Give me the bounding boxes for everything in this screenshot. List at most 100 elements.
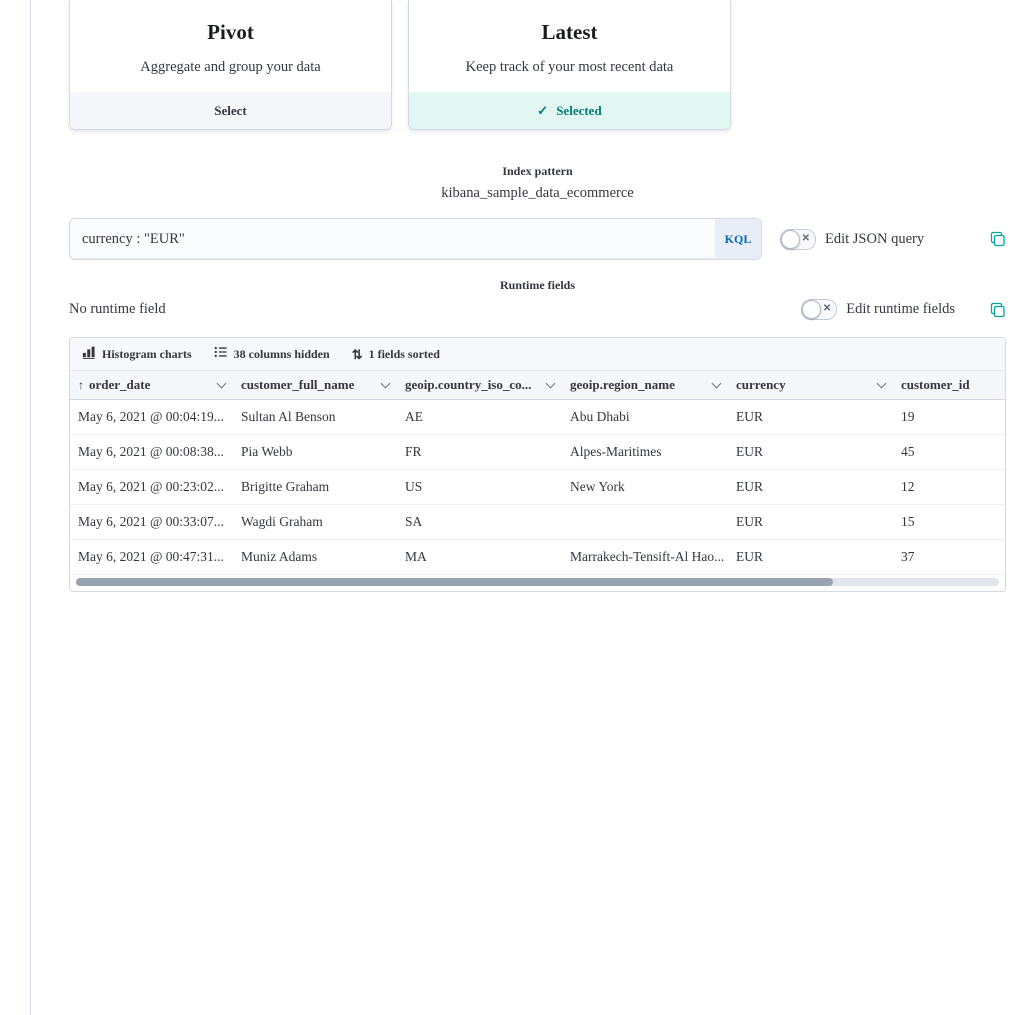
- latest-card-description: Keep track of your most recent data: [425, 59, 714, 76]
- edit-json-toggle[interactable]: ✕: [780, 229, 816, 250]
- edit-json-toggle-group: ✕ Edit JSON query: [780, 229, 924, 250]
- cell-order-date: May 6, 2021 @ 00:33:07...: [70, 505, 233, 540]
- transform-wizard-page: Pivot Aggregate and group your data Sele…: [0, 0, 1028, 1015]
- pivot-select-label: Select: [214, 103, 246, 119]
- cell-country-iso: AE: [397, 400, 562, 435]
- page-button-1[interactable]: 1: [156, 610, 1028, 1015]
- histogram-charts-label: Histogram charts: [102, 347, 192, 362]
- cell-customer-name: Sultan Al Benson: [233, 400, 397, 435]
- clipboard-icon: [990, 235, 1006, 250]
- latest-card-title: Latest: [425, 20, 714, 45]
- pivot-card[interactable]: Pivot Aggregate and group your data Sele…: [69, 0, 392, 130]
- cell-region-name: Alpes-Maritimes: [562, 435, 728, 470]
- cell-country-iso: FR: [397, 435, 562, 470]
- query-language-button[interactable]: KQL: [715, 219, 761, 259]
- pivot-select-button[interactable]: Select: [70, 92, 391, 129]
- latest-card-body: Latest Keep track of your most recent da…: [409, 0, 730, 92]
- source-data-grid: Histogram charts 38 columns hidden ⇅: [69, 337, 1006, 592]
- clipboard-icon: [990, 306, 1006, 321]
- cell-region-name: [562, 505, 728, 540]
- page-list: 1 2 3 4 5 … 935: [131, 606, 1028, 1015]
- pivot-card-title: Pivot: [86, 20, 375, 45]
- chevron-down-icon: [877, 378, 887, 388]
- cell-customer-id: 19: [893, 400, 1005, 435]
- copy-runtime-button[interactable]: [990, 302, 1006, 318]
- chevron-down-icon: [381, 378, 391, 388]
- query-row: KQL ✕ Edit JSON query: [69, 218, 1006, 260]
- cell-region-name: Abu Dhabi: [562, 400, 728, 435]
- fields-sorted-label: 1 fields sorted: [369, 347, 440, 362]
- cell-country-iso: US: [397, 470, 562, 505]
- edit-runtime-fields-label[interactable]: Edit runtime fields: [846, 301, 955, 318]
- column-header-customer-id[interactable]: customer_id: [893, 371, 1005, 400]
- close-icon: ✕: [823, 303, 831, 315]
- sort-asc-icon: ↑: [78, 378, 84, 393]
- toggle-knob: [802, 300, 821, 319]
- column-header-label: geoip.country_iso_co...: [405, 377, 531, 393]
- edit-json-query-label[interactable]: Edit JSON query: [825, 231, 924, 248]
- edit-runtime-toggle[interactable]: ✕: [801, 299, 837, 320]
- cell-order-date: May 6, 2021 @ 00:47:31...: [70, 540, 233, 575]
- pivot-card-description: Aggregate and group your data: [86, 59, 375, 76]
- scrollbar-thumb[interactable]: [76, 578, 833, 586]
- cell-customer-name: Wagdi Graham: [233, 505, 397, 540]
- chevron-down-icon: [217, 378, 227, 388]
- cell-customer-name: Pia Webb: [233, 435, 397, 470]
- cell-currency: EUR: [728, 400, 893, 435]
- query-input[interactable]: [70, 219, 715, 259]
- columns-icon: [214, 345, 228, 363]
- chevron-down-icon: [546, 378, 556, 388]
- flyout-left-border: [30, 0, 31, 1015]
- cell-region-name: New York: [562, 470, 728, 505]
- horizontal-scrollbar[interactable]: [76, 578, 999, 586]
- pivot-card-body: Pivot Aggregate and group your data: [70, 0, 391, 92]
- column-header-country-iso[interactable]: geoip.country_iso_co...: [397, 371, 562, 400]
- index-pattern-label: Index pattern: [69, 164, 1006, 179]
- edit-runtime-toggle-group: ✕ Edit runtime fields: [801, 299, 1006, 320]
- column-header-region-name[interactable]: geoip.region_name: [562, 371, 728, 400]
- latest-selected-label: Selected: [556, 103, 601, 119]
- latest-card[interactable]: Latest Keep track of your most recent da…: [408, 0, 731, 130]
- cell-country-iso: MA: [397, 540, 562, 575]
- pagination-row: Rows per page: 5 1 2 3 4 5 … 935: [69, 606, 1006, 1015]
- cell-order-date: May 6, 2021 @ 00:08:38...: [70, 435, 233, 470]
- column-header-label: order_date: [89, 377, 150, 393]
- histogram-charts-button[interactable]: Histogram charts: [82, 345, 192, 363]
- column-header-label: customer_full_name: [241, 377, 354, 393]
- source-grid-table: ↑ order_date customer_full_name geoip.co…: [70, 371, 1005, 575]
- column-header-customer-full-name[interactable]: customer_full_name: [233, 371, 397, 400]
- chevron-down-icon: [712, 378, 722, 388]
- source-grid-toolbar: Histogram charts 38 columns hidden ⇅: [70, 338, 1005, 371]
- runtime-fields-value: No runtime field: [69, 301, 166, 318]
- cell-currency: EUR: [728, 540, 893, 575]
- cell-region-name: Marrakech-Tensift-Al Hao...: [562, 540, 728, 575]
- column-header-currency[interactable]: currency: [728, 371, 893, 400]
- cell-customer-id: 12: [893, 470, 1005, 505]
- cell-country-iso: SA: [397, 505, 562, 540]
- columns-hidden-button[interactable]: 38 columns hidden: [214, 345, 330, 363]
- cell-currency: EUR: [728, 470, 893, 505]
- copy-query-button[interactable]: [990, 231, 1006, 247]
- wizard-content: Pivot Aggregate and group your data Sele…: [69, 0, 1006, 1015]
- histogram-icon: [82, 345, 96, 363]
- latest-selected-button[interactable]: ✓ Selected: [409, 92, 730, 129]
- transform-function-cards: Pivot Aggregate and group your data Sele…: [69, 0, 1006, 130]
- close-icon: ✕: [802, 233, 810, 245]
- fields-sorted-button[interactable]: ⇅ 1 fields sorted: [352, 347, 440, 362]
- cell-customer-id: 15: [893, 505, 1005, 540]
- runtime-fields-row: No runtime field ✕ Edit runtime fields: [69, 299, 1006, 320]
- cell-currency: EUR: [728, 435, 893, 470]
- columns-hidden-label: 38 columns hidden: [234, 347, 330, 362]
- cell-customer-name: Brigitte Graham: [233, 470, 397, 505]
- index-pattern-value: kibana_sample_data_ecommerce: [69, 185, 1006, 202]
- query-bar: KQL: [69, 218, 762, 260]
- cell-customer-id: 45: [893, 435, 1005, 470]
- column-header-order-date[interactable]: ↑ order_date: [70, 371, 233, 400]
- cell-order-date: May 6, 2021 @ 00:04:19...: [70, 400, 233, 435]
- column-header-label: geoip.region_name: [570, 377, 675, 393]
- cell-order-date: May 6, 2021 @ 00:23:02...: [70, 470, 233, 505]
- runtime-fields-label: Runtime fields: [69, 278, 1006, 293]
- column-header-label: currency: [736, 377, 786, 393]
- column-header-label: customer_id: [901, 377, 970, 393]
- toggle-knob: [781, 230, 800, 249]
